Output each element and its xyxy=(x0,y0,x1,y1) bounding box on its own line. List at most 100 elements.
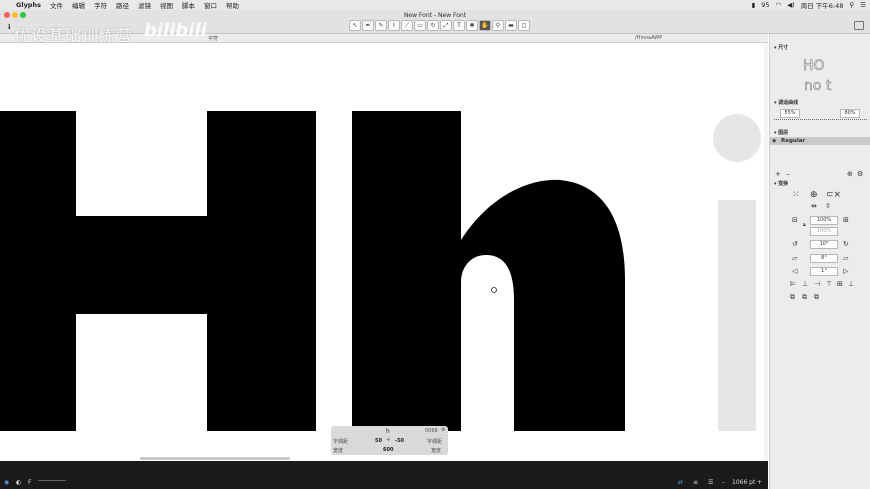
info-icon[interactable]: ℹ xyxy=(8,23,11,31)
dimensions-section-title[interactable]: 尺寸 xyxy=(774,44,788,51)
scale-down-icon[interactable]: ⊟ xyxy=(792,216,798,224)
glyph-i-ghost[interactable] xyxy=(713,114,761,431)
scale-field-secondary[interactable]: 100% xyxy=(810,227,838,236)
menu-path[interactable]: 路径 xyxy=(116,0,129,10)
pen-tool-icon[interactable]: ✒ xyxy=(362,20,374,31)
search-icon[interactable]: ⚲ xyxy=(849,1,854,9)
menu-file[interactable]: 文件 xyxy=(50,0,63,10)
rotate-cw-icon[interactable]: ↻ xyxy=(843,240,849,248)
writing-direction-icon[interactable]: ⇄ xyxy=(678,479,683,486)
subtract-icon[interactable]: ⧉ xyxy=(802,293,807,302)
menu-filter[interactable]: 滤镜 xyxy=(138,0,151,10)
menu-list-icon[interactable]: ☰ xyxy=(860,1,866,9)
scale-tool-icon[interactable]: ⤢ xyxy=(440,20,452,31)
glyph-unicode[interactable]: 0068 xyxy=(425,428,438,434)
menu-app[interactable]: Glyphs xyxy=(16,1,41,9)
brush-tool-icon[interactable]: ⌇ xyxy=(388,20,400,31)
menu-window[interactable]: 窗口 xyxy=(204,0,217,10)
align-top-icon[interactable]: ⊤ xyxy=(826,280,832,288)
union-icon[interactable]: ⧉ xyxy=(790,293,795,302)
layers-section-title[interactable]: 图层 xyxy=(774,129,788,136)
glyph-name[interactable]: h xyxy=(386,428,390,435)
remove-layer-icon[interactable]: – xyxy=(786,170,790,178)
menu-script[interactable]: 脚本 xyxy=(182,0,195,10)
eye-icon[interactable]: ◉ xyxy=(4,479,9,486)
tab-glyphs[interactable]: 字符 xyxy=(208,35,218,42)
wifi-icon[interactable]: ◠ xyxy=(776,1,782,9)
origin-target-icon[interactable]: ⊕ xyxy=(810,190,818,200)
menu-view[interactable]: 视图 xyxy=(160,0,173,10)
tab-edit-text[interactable]: /HinoaAWP xyxy=(635,35,662,41)
draw-tool-icon[interactable]: ✎ xyxy=(375,20,387,31)
curvature-field-a[interactable]: 55% xyxy=(780,109,800,118)
zoom-level[interactable]: 1066 pt xyxy=(732,479,755,486)
layer-eye-icon[interactable]: ◉ xyxy=(772,138,776,144)
font-preview-icon[interactable]: F xyxy=(28,479,31,486)
menu-help[interactable]: 帮助 xyxy=(226,0,239,10)
battery-icon[interactable]: ▮ xyxy=(752,1,756,9)
layer-settings-icon[interactable]: ⚙ xyxy=(857,170,863,178)
rotate-tool-icon[interactable]: ↻ xyxy=(427,20,439,31)
curvature-slider[interactable] xyxy=(774,119,867,120)
align-right-icon[interactable]: ⊣ xyxy=(814,280,820,288)
annotation-tool-icon[interactable]: ✱ xyxy=(466,20,478,31)
width-value[interactable]: 600 xyxy=(383,447,393,453)
dimensions-preview-lower: no t xyxy=(804,78,832,95)
mirror-icon[interactable]: ⊂× xyxy=(826,190,841,200)
layer-action-icon[interactable]: ⊕ xyxy=(847,170,853,178)
slant-left-icon[interactable]: ⏥ xyxy=(792,254,797,262)
clock[interactable]: 周日 下午6:48 xyxy=(801,0,844,10)
contrast-icon[interactable]: ◐ xyxy=(16,479,21,486)
glyph-h[interactable] xyxy=(352,111,625,431)
glyph-H[interactable] xyxy=(0,111,316,431)
add-layer-icon[interactable]: + xyxy=(775,170,781,178)
hand-tool-icon[interactable]: ✋ xyxy=(479,20,491,31)
skew-field[interactable]: 1° xyxy=(810,267,838,276)
layer-name[interactable]: Regular xyxy=(781,138,805,144)
transform-section-title[interactable]: 变换 xyxy=(774,180,788,187)
slant-right-icon[interactable]: ⏥ xyxy=(843,254,848,262)
preview-tool-icon[interactable]: ◻ xyxy=(518,20,530,31)
rotate-ccw-icon[interactable]: ↺ xyxy=(792,240,798,248)
rectangle-tool-icon[interactable]: ▭ xyxy=(414,20,426,31)
skew-right-icon[interactable]: ▷ xyxy=(843,267,848,275)
align-left-icon[interactable]: ⊫ xyxy=(790,280,796,288)
zoom-out-icon[interactable]: – xyxy=(722,479,725,486)
scale-up-icon[interactable]: ⊞ xyxy=(843,216,849,224)
settings-icon[interactable]: ⚙ xyxy=(441,427,445,433)
link-icon[interactable]: ✛ xyxy=(386,437,390,443)
zoom-in-icon[interactable]: + xyxy=(757,479,762,486)
curvature-field-b[interactable]: 80% xyxy=(840,109,860,118)
skew-left-icon[interactable]: ◁ xyxy=(792,267,797,275)
menu-glyph[interactable]: 字符 xyxy=(94,0,107,10)
zoom-tool-icon[interactable]: ⚲ xyxy=(492,20,504,31)
sidebar-toggle-icon[interactable] xyxy=(854,21,864,30)
lock-icon[interactable]: 🔒︎ xyxy=(803,222,806,228)
edit-canvas[interactable] xyxy=(0,43,768,461)
volume-icon[interactable]: ◀) xyxy=(787,1,795,9)
align-bottom-icon[interactable]: ⊥ xyxy=(848,280,854,288)
select-tool-icon[interactable]: ↖ xyxy=(349,20,361,31)
align-center-icon[interactable]: ⊥ xyxy=(802,280,808,288)
horizontal-scrollbar[interactable] xyxy=(140,457,290,460)
knife-tool-icon[interactable]: ⟋ xyxy=(401,20,413,31)
text-direction-icon[interactable]: ≡ xyxy=(693,479,698,486)
align-grid-icon[interactable]: ⁙ xyxy=(792,190,800,200)
options-icon[interactable]: ☰ xyxy=(708,479,713,486)
size-slider[interactable] xyxy=(38,480,66,481)
rsb-value[interactable]: -50 xyxy=(395,438,404,444)
lsb-value[interactable]: 50 xyxy=(375,438,382,444)
align-middle-icon[interactable]: ⊞ xyxy=(837,280,843,288)
curvature-section-title[interactable]: 调适曲线 xyxy=(774,99,798,106)
layer-row-selected[interactable]: ◉ Regular xyxy=(770,137,870,145)
intersect-icon[interactable]: ⧉ xyxy=(814,293,819,302)
slant-field[interactable]: 8° xyxy=(810,254,838,263)
flip-horizontal-icon[interactable]: ⇹ xyxy=(811,202,817,210)
measure-tool-icon[interactable]: ▬ xyxy=(505,20,517,31)
scale-field[interactable]: 100% xyxy=(810,216,838,225)
rotate-field[interactable]: 10° xyxy=(810,240,838,249)
text-tool-icon[interactable]: T xyxy=(453,20,465,31)
menu-edit[interactable]: 编辑 xyxy=(72,0,85,10)
flip-vertical-icon[interactable]: ⇳ xyxy=(825,202,831,210)
vertical-scrollbar[interactable] xyxy=(764,43,768,461)
